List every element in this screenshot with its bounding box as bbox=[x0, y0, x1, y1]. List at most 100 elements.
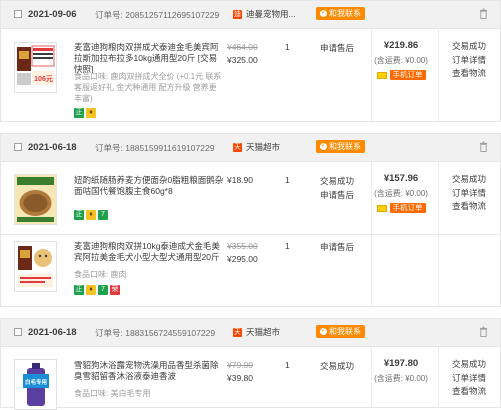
logistics-link[interactable]: 查看物流 bbox=[452, 385, 486, 399]
divider bbox=[438, 162, 439, 306]
trade-status: 交易成功 bbox=[452, 174, 487, 184]
service-badges: 正 ♦ 7 荣 bbox=[74, 285, 122, 295]
logistics-link[interactable]: 查看物流 bbox=[452, 200, 486, 214]
payment-icon bbox=[376, 71, 387, 79]
product-attribute: 食品口味: 美白毛专用 bbox=[74, 389, 151, 398]
total-amount: ¥197.80 bbox=[383, 358, 419, 369]
order-number: 订单号: 1885159911619107229 bbox=[95, 143, 215, 153]
order-detail-link[interactable]: 订单详情 bbox=[452, 187, 486, 201]
contact-seller-button[interactable]: ✓ 和我联系 bbox=[316, 7, 365, 20]
product-thumbnail[interactable] bbox=[14, 241, 57, 292]
honor-badge-icon[interactable]: 荣 bbox=[110, 285, 120, 295]
delete-icon[interactable] bbox=[479, 326, 488, 337]
order-number: 订单号: 20851257112695107229 bbox=[95, 10, 220, 20]
shop-link[interactable]: 天天猫超市 bbox=[233, 326, 280, 338]
logistics-link[interactable]: 查看物流 bbox=[452, 67, 486, 81]
genuine-badge-icon[interactable]: 正 bbox=[74, 285, 84, 295]
mobile-order-badge: 手机订单 bbox=[389, 203, 426, 213]
payment-info: 手机订单 bbox=[372, 203, 430, 213]
order-checkbox[interactable] bbox=[14, 10, 22, 18]
item-status: 交易成功 申请售后 bbox=[320, 175, 354, 202]
after-sale-link[interactable]: 申请售后 bbox=[320, 241, 354, 253]
order-actions: 交易成功 订单详情 查看物流 bbox=[452, 358, 486, 399]
service-badges: 正 ♦ bbox=[74, 108, 98, 118]
order-number: 订单号: 1883156724559107229 bbox=[95, 328, 216, 338]
original-price: ¥79.00 bbox=[227, 360, 253, 370]
quantity: 1 bbox=[285, 241, 290, 251]
order-header: 2021-09-06 订单号: 20851257112695107229 迪迪曼… bbox=[1, 1, 500, 29]
total-amount: ¥157.96 bbox=[383, 173, 419, 184]
contact-seller-button[interactable]: ✓ 和我联系 bbox=[316, 140, 365, 153]
tmall-icon: 天 bbox=[233, 142, 242, 152]
shop-icon: 迪 bbox=[233, 9, 242, 19]
seven-day-return-icon[interactable]: 7 bbox=[98, 210, 108, 220]
product-thumbnail[interactable]: 106元 bbox=[14, 42, 57, 93]
shop-link[interactable]: 迪迪曼宠物用... bbox=[233, 8, 296, 20]
total-amount: ¥219.86 bbox=[383, 40, 419, 51]
shop-link[interactable]: 天天猫超市 bbox=[233, 141, 280, 153]
shipping-fee: (含运费: ¥0.00) bbox=[374, 56, 428, 65]
delete-icon[interactable] bbox=[479, 141, 488, 152]
order-date: 2021-06-18 bbox=[28, 142, 77, 153]
contact-seller-button[interactable]: ✓ 和我联系 bbox=[316, 325, 365, 338]
quantity: 1 bbox=[285, 360, 290, 370]
chat-icon: ✓ bbox=[320, 10, 327, 17]
divider bbox=[438, 347, 439, 407]
genuine-badge-icon[interactable]: 正 bbox=[74, 108, 84, 118]
tmall-icon: 天 bbox=[233, 327, 242, 337]
trade-status: 交易成功 bbox=[452, 41, 487, 51]
shipping-fee: (含运费: ¥0.00) bbox=[374, 189, 428, 198]
original-price: ¥355.00 bbox=[227, 241, 258, 251]
product-attribute: 食品口味: 鹿肉 bbox=[74, 270, 127, 279]
diamond-badge-icon[interactable]: ♦ bbox=[86, 108, 96, 118]
order-total: ¥157.96 (含运费: ¥0.00) 手机订单 bbox=[371, 162, 430, 306]
price-column: ¥464.00 ¥325.00 bbox=[227, 42, 258, 65]
order-actions: 交易成功 订单详情 查看物流 bbox=[452, 173, 486, 214]
product-title-link[interactable]: 麦富迪狗粮肉双拼10kg泰迪成犬金毛美宾阿拉美金毛犬小型大型犬通用型20斤 bbox=[74, 241, 224, 263]
product-thumbnail[interactable]: 白毛专用 bbox=[14, 359, 57, 410]
product-title-link[interactable]: 雪貂狗沐浴露宠物洗澡用品香型杀菌除臭雪貂留香沐浴液泰迪香波 bbox=[74, 360, 224, 382]
order-date: 2021-06-18 bbox=[28, 327, 77, 338]
paid-price: ¥39.80 bbox=[227, 373, 253, 383]
trade-status: 交易成功 bbox=[452, 359, 487, 369]
price-column: ¥355.00 ¥295.00 bbox=[227, 241, 258, 264]
order-card: 2021-06-18 订单号: 1885159911619107229 天天猫超… bbox=[0, 133, 501, 307]
after-sale-link[interactable]: 申请售后 bbox=[320, 189, 354, 203]
price-column: ¥18.90 bbox=[227, 175, 253, 185]
order-checkbox[interactable] bbox=[14, 328, 22, 336]
order-total: ¥219.86 (含运费: ¥0.00) 手机订单 bbox=[371, 29, 430, 121]
divider bbox=[438, 29, 439, 121]
product-attribute: 食品口味: 鹿肉双拼成犬全价 (+0.1元 联系客服返好礼 金犬种通用 配方升级… bbox=[74, 72, 222, 103]
order-detail-link[interactable]: 订单详情 bbox=[452, 372, 486, 386]
shipping-fee: (含运费: ¥0.00) bbox=[374, 374, 428, 383]
chat-icon: ✓ bbox=[320, 143, 327, 150]
chat-icon: ✓ bbox=[320, 328, 327, 335]
diamond-badge-icon[interactable]: ♦ bbox=[86, 285, 96, 295]
order-total: ¥197.80 (含运费: ¥0.00) bbox=[371, 347, 430, 407]
payment-icon bbox=[376, 204, 387, 212]
genuine-badge-icon[interactable]: 正 bbox=[74, 210, 84, 220]
paid-price: ¥18.90 bbox=[227, 175, 253, 185]
original-price: ¥464.00 bbox=[227, 42, 258, 52]
thumbnail-price-text: 106元 bbox=[34, 75, 53, 83]
order-detail-link[interactable]: 订单详情 bbox=[452, 54, 486, 68]
product-thumbnail[interactable] bbox=[14, 174, 57, 225]
after-sale-link[interactable]: 申请售后 bbox=[320, 42, 354, 54]
thumbnail-label-text: 白毛专用 bbox=[25, 378, 47, 386]
quantity: 1 bbox=[285, 175, 290, 185]
order-date: 2021-09-06 bbox=[28, 9, 77, 20]
order-card: 2021-09-06 订单号: 20851257112695107229 迪迪曼… bbox=[0, 0, 501, 122]
item-trade-status: 交易成功 bbox=[320, 176, 355, 186]
paid-price: ¥295.00 bbox=[227, 254, 258, 264]
payment-info: 手机订单 bbox=[372, 70, 430, 80]
delete-icon[interactable] bbox=[479, 8, 488, 19]
item-trade-status: 交易成功 bbox=[320, 361, 355, 371]
order-header: 2021-06-18 订单号: 1883156724559107229 天天猫超… bbox=[1, 319, 500, 347]
seven-day-return-icon[interactable]: 7 bbox=[98, 285, 108, 295]
order-checkbox[interactable] bbox=[14, 143, 22, 151]
service-badges: 正 ♦ 7 bbox=[74, 210, 110, 220]
mobile-order-badge: 手机订单 bbox=[389, 70, 426, 80]
diamond-badge-icon[interactable]: ♦ bbox=[86, 210, 96, 220]
product-title-link[interactable]: 妞酌纸随肠养麦方便面杂0脂粗粮面鹅杂面咕国代餐饱腹主食60g*8 bbox=[74, 175, 224, 197]
quantity: 1 bbox=[285, 42, 290, 52]
